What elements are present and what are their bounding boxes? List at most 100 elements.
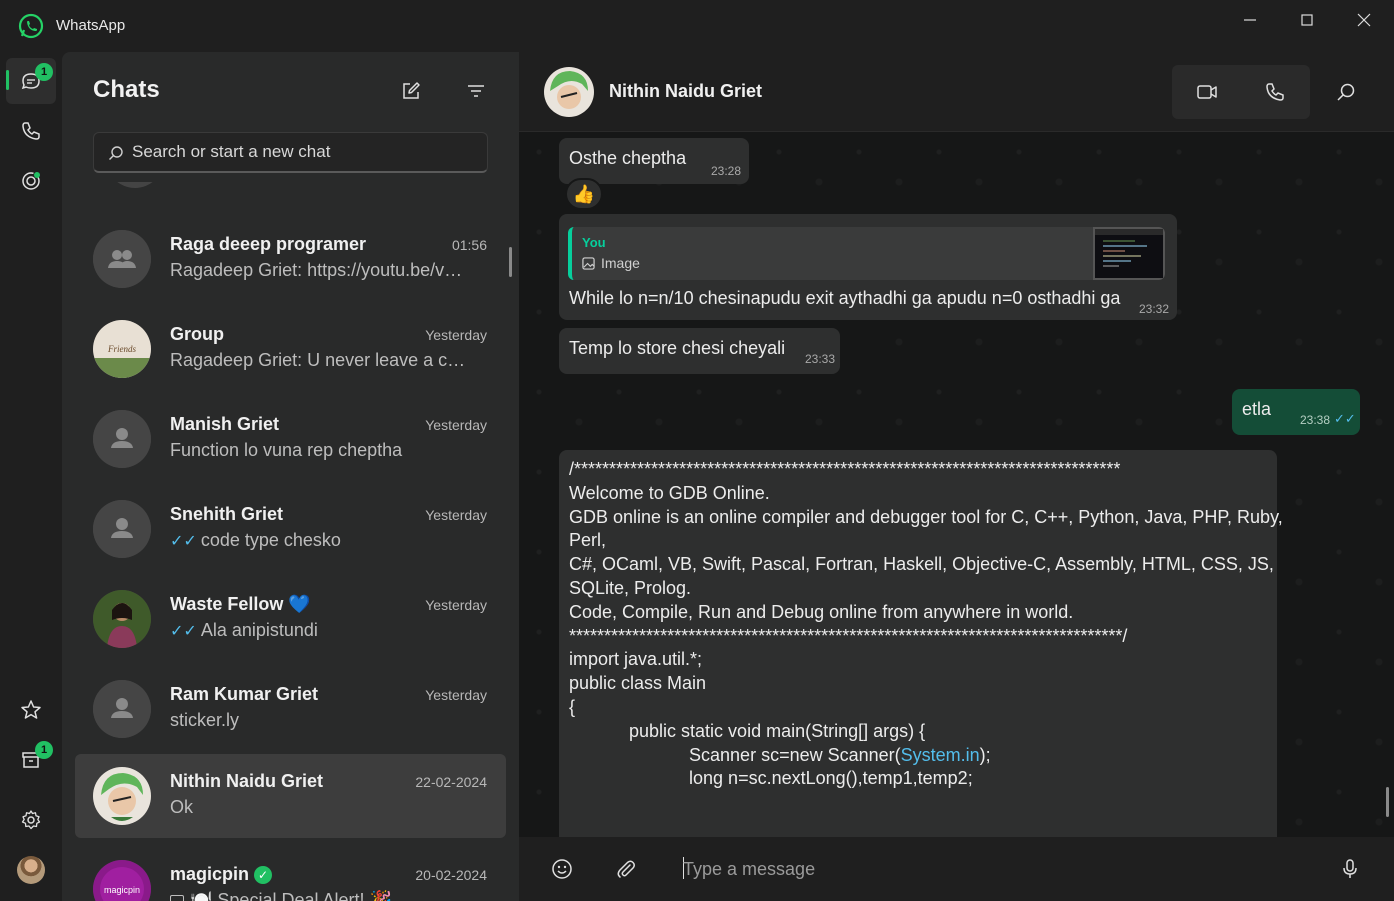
chat-item[interactable]: Manish Griet Yesterday Function lo vuna …: [75, 397, 506, 481]
new-chat-button[interactable]: [393, 73, 429, 109]
double-tick-icon: ✓✓: [170, 533, 197, 550]
voice-message-button[interactable]: [1332, 851, 1368, 887]
chat-name: Manish Griet: [170, 414, 280, 434]
chat-time: 01:56: [451, 237, 487, 253]
group-photo-avatar: Friends: [93, 320, 151, 378]
code-line: ****************************************…: [569, 625, 1128, 646]
title-bar: WhatsApp: [0, 0, 1394, 52]
chat-item[interactable]: Raga deeep programer 01:56 Ragadeep Grie…: [75, 217, 506, 301]
code-line: {: [569, 696, 576, 717]
phone-icon: [22, 122, 40, 140]
chat-time: 22-02-2024: [415, 774, 487, 790]
chat-item[interactable]: Friends Group Yesterday Ragadeep Griet: …: [75, 307, 506, 391]
chat-item-selected[interactable]: Nithin Naidu Griet 22-02-2024 Ok: [75, 754, 506, 838]
quote-content: Image: [582, 255, 640, 271]
incoming-message[interactable]: Temp lo store chesi cheyali 23:33: [559, 328, 840, 374]
conversation-panel: Nithin Naidu Griet Osthe cheptha 23:28 👍…: [519, 52, 1394, 901]
default-avatar: [93, 410, 151, 468]
chat-item[interactable]: magicpin magicpin ✓ 20-02-2024 🍽️ Specia…: [75, 847, 506, 901]
emoji-button[interactable]: [544, 851, 580, 887]
chat-preview: Function lo vuna rep cheptha: [170, 440, 403, 460]
code-line: Welcome to GDB Online.: [569, 482, 770, 503]
rail-status-button[interactable]: [6, 158, 56, 204]
contact-name[interactable]: Nithin Naidu Griet: [609, 81, 762, 102]
paperclip-icon: [617, 860, 635, 878]
chat-name: Group: [170, 324, 224, 344]
default-avatar: [93, 500, 151, 558]
chat-time: Yesterday: [425, 687, 487, 703]
rail-starred-button[interactable]: [6, 687, 56, 733]
quoted-message[interactable]: You Image: [568, 227, 1165, 280]
code-line: /***************************************…: [569, 459, 1121, 479]
chat-time: Yesterday: [425, 597, 487, 613]
maximize-button[interactable]: [1279, 0, 1335, 40]
search-box: [93, 132, 488, 173]
messages-scrollbar[interactable]: [1386, 787, 1389, 817]
call-buttons-group: [1172, 65, 1310, 119]
person-icon: [93, 410, 151, 468]
chat-list-scrollbar[interactable]: [509, 247, 512, 277]
chat-name-text: magicpin: [170, 864, 250, 884]
code-line: import java.util.*;: [569, 649, 703, 670]
voice-call-button[interactable]: [1257, 74, 1293, 110]
chat-preview: Ragadeep Griet: https://youtu.be/vK...: [170, 260, 470, 280]
person-icon: [93, 680, 151, 738]
contact-avatar[interactable]: [544, 67, 594, 117]
group-icon: [93, 230, 151, 288]
microphone-icon: [1343, 859, 1357, 878]
partial-chat-avatar: [106, 182, 164, 188]
message-time: 23:38: [1300, 413, 1331, 427]
chat-item[interactable]: Snehith Griet Yesterday ✓✓ code type ches…: [75, 487, 506, 571]
compose-icon: [403, 82, 420, 99]
code-line: Code, Compile, Run and Debug online from…: [569, 601, 1074, 622]
search-messages-button[interactable]: [1328, 74, 1364, 110]
image-icon: [582, 256, 595, 270]
close-button[interactable]: [1336, 0, 1392, 40]
messages-area: Osthe cheptha 23:28 👍 You Image While lo…: [519, 132, 1394, 837]
chat-time: Yesterday: [425, 417, 487, 433]
chat-name: Snehith Griet: [170, 504, 284, 524]
search-input[interactable]: [132, 133, 472, 171]
contact-photo-avatar: [93, 590, 151, 648]
navigation-rail: 1 1: [0, 52, 62, 901]
video-call-button[interactable]: [1189, 74, 1225, 110]
incoming-message[interactable]: You Image While lo n=n/10 chesinapudu ex…: [559, 214, 1177, 320]
chat-time: Yesterday: [425, 327, 487, 343]
app-title: WhatsApp: [56, 17, 126, 34]
chat-preview: Ok: [170, 797, 194, 817]
chat-name: Raga deeep programer: [170, 234, 367, 254]
attach-button[interactable]: [608, 851, 644, 887]
conversation-header[interactable]: Nithin Naidu Griet: [519, 52, 1394, 132]
message-reaction[interactable]: 👍: [565, 178, 603, 210]
chat-item[interactable]: Waste Fellow 💙 Yesterday ✓✓ Ala anipistun…: [75, 577, 506, 661]
rail-calls-button[interactable]: [6, 108, 56, 154]
chat-time: 20-02-2024: [415, 867, 487, 883]
outgoing-message[interactable]: etla 23:38 ✓✓: [1232, 389, 1360, 435]
read-receipt-icon: ✓✓: [1334, 411, 1356, 426]
status-icon: [22, 172, 40, 190]
emoji-icon: [552, 859, 572, 879]
rail-profile-button[interactable]: [6, 847, 56, 893]
minimize-button[interactable]: [1222, 0, 1278, 40]
chat-list: Raga deeep programer 01:56 Ragadeep Grie…: [62, 182, 519, 901]
filter-chats-button[interactable]: [458, 73, 494, 109]
chat-name: Nithin Naidu Griet: [170, 771, 323, 791]
contact-photo-image: [93, 767, 151, 825]
group-photo-image: Friends: [93, 320, 151, 378]
incoming-code-message[interactable]: /***************************************…: [559, 450, 1283, 837]
message-composer: [519, 837, 1394, 901]
business-avatar: magicpin: [93, 860, 151, 901]
rail-settings-button[interactable]: [6, 797, 56, 843]
profile-avatar: [17, 856, 45, 884]
filter-icon: [468, 85, 484, 97]
chat-name: Ram Kumar Griet: [170, 684, 319, 704]
chat-preview-text: 🍽️ Special Deal Alert! 🎉: [190, 890, 392, 901]
code-line: Scanner sc=new Scanner(System.in);: [569, 744, 1267, 768]
star-icon: [21, 700, 41, 719]
chat-item[interactable]: Ram Kumar Griet Yesterday sticker.ly: [75, 667, 506, 751]
message-input[interactable]: [683, 851, 1323, 887]
message-time: 23:28: [711, 164, 742, 178]
chats-heading: Chats: [93, 76, 160, 103]
code-line: long n=sc.nextLong(),temp1,temp2;: [569, 768, 973, 789]
message-link[interactable]: System.in: [901, 745, 980, 765]
